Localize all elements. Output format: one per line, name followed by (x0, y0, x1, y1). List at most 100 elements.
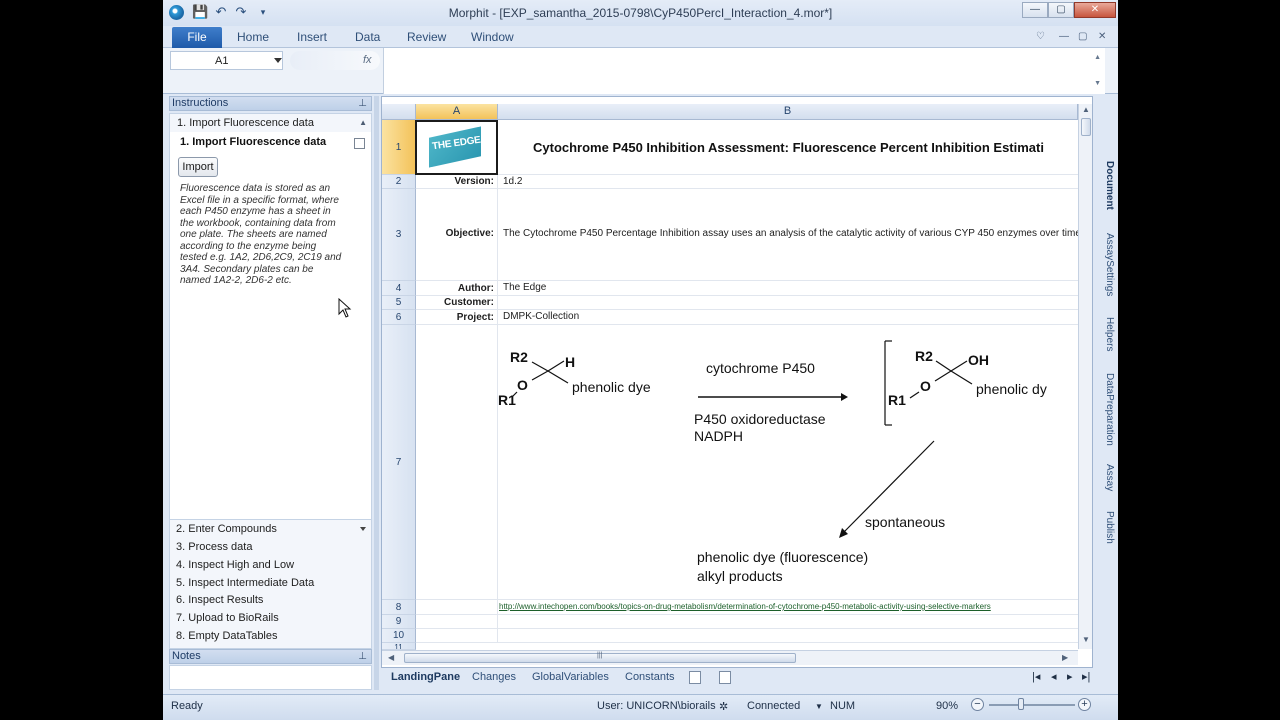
panel-splitter[interactable] (374, 96, 379, 690)
chevron-down-icon[interactable]: ▼ (815, 702, 823, 711)
step-item[interactable]: 3. Process data (176, 541, 252, 553)
doc-close-icon[interactable]: ✕ (1098, 31, 1106, 42)
ribbon-help-icon[interactable]: ♡ (1036, 31, 1045, 42)
tab-window[interactable]: Window (471, 30, 514, 44)
zoom-slider[interactable] (989, 704, 1075, 706)
sheet-tab-constants[interactable]: Constants (625, 671, 675, 683)
chevron-down-icon[interactable] (274, 58, 282, 63)
side-tab-document[interactable]: Document (1095, 161, 1115, 210)
bond (934, 370, 952, 382)
row-value: The Cytochrome P450 Percentage Inhibitio… (503, 228, 1086, 239)
notes-header-label: Notes (172, 650, 201, 662)
side-tab-assaysettings[interactable]: AssaySettings (1095, 233, 1115, 296)
doc-restore-icon[interactable]: ▢ (1078, 31, 1087, 42)
row-header[interactable]: 6 (382, 310, 416, 325)
row-value: The Edge (503, 282, 547, 293)
row-header[interactable]: 9 (382, 615, 416, 629)
side-tab-publish[interactable]: Publish (1095, 511, 1115, 544)
zoom-in-icon[interactable]: + (1078, 698, 1091, 711)
zoom-out-icon[interactable]: − (971, 698, 984, 711)
scroll-right-icon[interactable]: ▶ (1062, 653, 1068, 662)
scroll-down-icon[interactable]: ▼ (1082, 635, 1090, 644)
row-header[interactable]: 3 (382, 189, 416, 281)
table-row[interactable]: Project: DMPK-Collection (416, 310, 1078, 325)
minimize-button[interactable]: — (1022, 2, 1048, 18)
phenolic-dye-label: phenolic dy (976, 381, 1047, 397)
new-sheet-icon[interactable] (719, 671, 731, 684)
selected-cell-a1[interactable]: THE EDGE (415, 120, 498, 175)
chevron-up-icon[interactable]: ▲ (359, 114, 367, 132)
side-tab-datapreparation[interactable]: DataPreparation (1095, 373, 1115, 446)
step-item[interactable]: 4. Inspect High and Low (176, 559, 294, 571)
row-header[interactable]: 11 (382, 643, 416, 650)
tab-review[interactable]: Review (407, 30, 446, 44)
table-row[interactable]: Author: The Edge (416, 281, 1078, 296)
side-tab-assay[interactable]: Assay (1095, 464, 1115, 491)
close-button[interactable]: ✕ (1074, 2, 1116, 18)
maximize-button[interactable]: ▢ (1048, 2, 1074, 18)
scroll-thumb[interactable] (1081, 118, 1091, 136)
first-sheet-icon[interactable]: |◂ (1032, 670, 1040, 683)
row-header[interactable]: 1 (382, 120, 416, 175)
row-header[interactable]: 10 (382, 629, 416, 643)
sheet-tab-globalvariables[interactable]: GlobalVariables (532, 671, 609, 683)
row-value: 1d.2 (503, 176, 523, 187)
r1-label: R1 (888, 392, 906, 408)
column-header-b[interactable]: B (498, 104, 1078, 120)
sheet-tab-landingpane[interactable]: LandingPane (391, 671, 460, 683)
step-item[interactable]: 5. Inspect Intermediate Data (176, 577, 314, 589)
sheet-icon[interactable] (689, 671, 701, 684)
side-tab-helpers[interactable]: Helpers (1095, 317, 1115, 351)
chevron-down-icon[interactable] (360, 527, 366, 531)
cell-reference: A1 (215, 55, 229, 67)
cofactor-label: P450 oxidoreductase (694, 411, 826, 427)
tab-data[interactable]: Data (355, 30, 380, 44)
doc-minimize-icon[interactable]: — (1059, 31, 1069, 42)
table-row[interactable] (416, 629, 1078, 643)
row-label: Objective: (445, 228, 494, 239)
table-row[interactable] (416, 615, 1078, 629)
row-header[interactable]: 8 (382, 600, 416, 615)
tab-insert[interactable]: Insert (297, 30, 327, 44)
scroll-left-icon[interactable]: ◀ (388, 653, 394, 662)
step-item[interactable]: 6. Inspect Results (176, 594, 263, 606)
table-row[interactable]: Version: 1d.2 (416, 175, 1078, 189)
pin-icon[interactable]: ⊥ (358, 97, 367, 110)
row-header[interactable]: 4 (382, 281, 416, 296)
table-row[interactable]: Objective: The Cytochrome P450 Percentag… (416, 189, 1086, 281)
notes-input[interactable] (169, 665, 372, 690)
column-header-a[interactable]: A (416, 104, 498, 120)
table-row[interactable]: Customer: (416, 296, 1078, 310)
last-sheet-icon[interactable]: ▸| (1082, 670, 1090, 683)
select-all-corner[interactable] (382, 104, 416, 120)
tab-home[interactable]: Home (237, 30, 269, 44)
o-label: O (920, 378, 931, 394)
step-item[interactable]: 8. Empty DataTables (176, 630, 278, 642)
document-title[interactable]: Cytochrome P450 Inhibition Assessment: F… (533, 140, 1044, 155)
row-header[interactable]: 5 (382, 296, 416, 310)
function-icon[interactable]: fx (363, 54, 372, 66)
row-header[interactable]: 2 (382, 175, 416, 189)
name-box[interactable]: A1 (170, 51, 283, 70)
reaction-diagram: R2 H O R1 phenolic dye cytochrome P450 P… (498, 340, 1047, 584)
zoom-slider-thumb[interactable] (1018, 698, 1024, 710)
pin-icon[interactable]: ⊥ (358, 650, 367, 663)
scroll-up-icon[interactable]: ▲ (1094, 54, 1101, 61)
scroll-down-icon[interactable]: ▼ (1094, 80, 1101, 87)
step-complete-checkbox[interactable] (354, 138, 365, 149)
step-item[interactable]: 2. Enter Compounds (176, 523, 366, 535)
current-step-selector[interactable]: 1. Import Fluorescence data ▲ (170, 114, 371, 132)
step-item[interactable]: 7. Upload to BioRails (176, 612, 279, 624)
status-connection[interactable]: Connected (747, 700, 800, 712)
formula-input[interactable]: ▲ ▼ (383, 48, 1105, 94)
horizontal-scrollbar[interactable]: ◀ ||| ▶ (382, 650, 1078, 665)
next-sheet-icon[interactable]: ▸ (1067, 670, 1073, 683)
tab-file[interactable]: File (172, 27, 222, 48)
scroll-up-icon[interactable]: ▲ (1082, 105, 1090, 114)
vertical-scrollbar[interactable]: ▲ ▼ (1078, 104, 1092, 649)
prev-sheet-icon[interactable]: ◂ (1051, 670, 1057, 683)
sheet-tab-changes[interactable]: Changes (472, 671, 516, 683)
reference-link[interactable]: http://www.intechopen.com/books/topics-o… (499, 602, 991, 611)
import-button[interactable]: Import (178, 157, 218, 177)
row-header[interactable]: 7 (382, 325, 416, 600)
